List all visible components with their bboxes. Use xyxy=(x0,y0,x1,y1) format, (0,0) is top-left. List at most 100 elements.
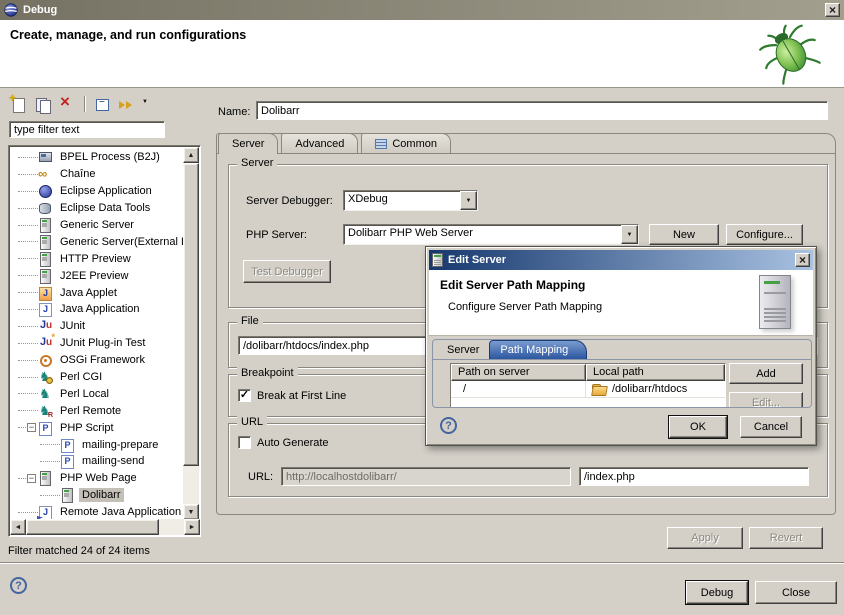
add-mapping-button[interactable]: Add xyxy=(729,363,803,384)
server-debugger-combobox[interactable]: XDebug ▼ xyxy=(343,190,478,211)
test-debugger-button[interactable]: Test Debugger xyxy=(243,260,331,283)
dialog-titlebar[interactable]: Edit Server × xyxy=(429,250,813,270)
tree-connector xyxy=(18,225,26,226)
tree-item-perl-cgi[interactable]: Perl CGI xyxy=(10,369,184,386)
tree-item-php-script[interactable]: −PHP Script xyxy=(10,419,184,436)
scroll-left-icon[interactable]: ◄ xyxy=(10,519,26,535)
tree-connector xyxy=(40,495,48,496)
path-mapping-row[interactable]: //dolibarr/htdocs xyxy=(451,381,725,398)
tree-connector xyxy=(18,208,26,209)
tree-item-eclipse-application[interactable]: Eclipse Application xyxy=(10,183,184,200)
auto-generate-checkbox[interactable] xyxy=(238,436,251,449)
name-input[interactable] xyxy=(256,101,828,120)
tree-vertical-scrollbar[interactable]: ▲ ▼ xyxy=(183,147,199,520)
tree-spacer xyxy=(27,292,38,293)
revert-button[interactable]: Revert xyxy=(749,527,823,549)
tree-item-http-preview[interactable]: HTTP Preview xyxy=(10,250,184,267)
collapse-all-icon[interactable] xyxy=(94,96,111,113)
tab-divider xyxy=(433,359,812,360)
eclipse-icon xyxy=(4,3,18,17)
group-title: Breakpoint xyxy=(237,367,298,379)
filter-input[interactable] xyxy=(9,121,165,138)
scroll-right-icon[interactable]: ► xyxy=(184,519,200,535)
delete-config-icon[interactable] xyxy=(58,96,75,113)
help-icon[interactable]: ? xyxy=(10,577,27,594)
url-path-input[interactable] xyxy=(579,467,809,486)
horizontal-scroll-thumb[interactable] xyxy=(26,519,159,535)
tab-server[interactable]: Server xyxy=(218,133,278,154)
tree-connector xyxy=(18,275,26,276)
tree-item-perl-local[interactable]: Perl Local xyxy=(10,385,184,402)
scroll-down-icon[interactable]: ▼ xyxy=(183,504,199,520)
tree-item-php-web-page[interactable]: −PHP Web Page xyxy=(10,470,184,487)
dialog-close-button[interactable]: × xyxy=(795,253,810,267)
ok-button[interactable]: OK xyxy=(669,416,727,438)
configure-server-button[interactable]: Configure... xyxy=(726,224,803,245)
configurations-tree[interactable]: BPEL Process (B2J)ChaîneEclipse Applicat… xyxy=(8,145,201,537)
vertical-scroll-thumb[interactable] xyxy=(183,163,199,466)
tree-item-generic-server[interactable]: Generic Server xyxy=(10,217,184,234)
debug-button[interactable]: Debug xyxy=(686,581,748,604)
tree-connector xyxy=(18,191,26,192)
tree-item-dolibarr[interactable]: Dolibarr xyxy=(10,487,184,504)
tree-item-label: JUnit Plug-in Test xyxy=(57,336,148,350)
tab-server[interactable]: Server xyxy=(437,340,489,359)
tab-label: Common xyxy=(392,138,437,150)
tree-item-java-application[interactable]: Java Application xyxy=(10,301,184,318)
tree-item-junit-plug-in-test[interactable]: *JUnit Plug-in Test xyxy=(10,335,184,352)
tree-item-perl-remote[interactable]: Perl Remote xyxy=(10,402,184,419)
php-icon xyxy=(60,438,75,452)
tree-spacer xyxy=(27,174,38,175)
duplicate-config-icon[interactable] xyxy=(34,96,51,113)
group-title: URL xyxy=(237,416,267,428)
break-first-line-checkbox[interactable]: ✓ xyxy=(238,389,251,402)
php-server-combobox[interactable]: Dolibarr PHP Web Server ▼ xyxy=(343,224,639,245)
tab-common[interactable]: Common xyxy=(361,133,451,153)
tree-connector xyxy=(18,427,26,428)
tree-item-generic-server-external-la[interactable]: Generic Server(External La xyxy=(10,233,184,250)
tree-item-junit[interactable]: JUnit xyxy=(10,318,184,335)
tree-item-cha-ne[interactable]: Chaîne xyxy=(10,166,184,183)
tree-item-java-applet[interactable]: Java Applet xyxy=(10,284,184,301)
server-icon xyxy=(432,253,443,267)
chevron-down-icon[interactable]: ▼ xyxy=(460,191,477,210)
collapse-expander-icon[interactable]: − xyxy=(27,474,36,483)
help-icon[interactable]: ? xyxy=(440,417,457,434)
tree-horizontal-scrollbar[interactable]: ◄ ► xyxy=(10,519,200,535)
scroll-up-icon[interactable]: ▲ xyxy=(183,147,199,163)
menu-dropdown-icon[interactable] xyxy=(142,96,152,113)
window-titlebar[interactable]: Debug × xyxy=(0,0,844,20)
tree-item-label: Generic Server xyxy=(57,218,137,232)
tree-connector xyxy=(18,174,26,175)
url-base-input xyxy=(281,467,571,486)
chevron-down-icon[interactable]: ▼ xyxy=(621,225,638,244)
edit-mapping-button[interactable]: Edit... xyxy=(729,392,803,408)
name-label: Name: xyxy=(218,106,250,118)
apply-button[interactable]: Apply xyxy=(667,527,743,549)
tree-spacer xyxy=(27,241,38,242)
filter-icon[interactable] xyxy=(118,96,135,113)
collapse-expander-icon[interactable]: − xyxy=(27,423,36,432)
new-server-button[interactable]: New xyxy=(649,224,719,245)
tree-item-mailing-prepare[interactable]: mailing-prepare xyxy=(10,436,184,453)
tree-item-osgi-framework[interactable]: OSGi Framework xyxy=(10,352,184,369)
cancel-button[interactable]: Cancel xyxy=(740,416,802,438)
tree-item-mailing-send[interactable]: mailing-send xyxy=(10,453,184,470)
server-icon xyxy=(38,235,53,249)
tree-connector xyxy=(18,241,26,242)
new-config-icon[interactable] xyxy=(10,96,27,113)
tab-advanced[interactable]: Advanced xyxy=(281,133,358,153)
tree-item-j2ee-preview[interactable]: J2EE Preview xyxy=(10,267,184,284)
tree-item-bpel-process-b2j[interactable]: BPEL Process (B2J) xyxy=(10,149,184,166)
folder-icon xyxy=(592,384,607,395)
server-icon xyxy=(38,252,53,266)
path-mapping-table[interactable]: Path on server Local path //dolibarr/htd… xyxy=(450,363,726,408)
dialog-tab-folder: Server Path Mapping Path on server Local… xyxy=(432,339,812,408)
tree-item-eclipse-data-tools[interactable]: Eclipse Data Tools xyxy=(10,200,184,217)
tab-path-mapping[interactable]: Path Mapping xyxy=(489,340,587,359)
tree-spacer xyxy=(27,191,38,192)
tree-item-remote-java-application[interactable]: Remote Java Application xyxy=(10,504,184,519)
close-button[interactable]: Close xyxy=(755,581,837,604)
table-icon xyxy=(375,139,387,149)
window-close-button[interactable]: × xyxy=(825,3,840,17)
